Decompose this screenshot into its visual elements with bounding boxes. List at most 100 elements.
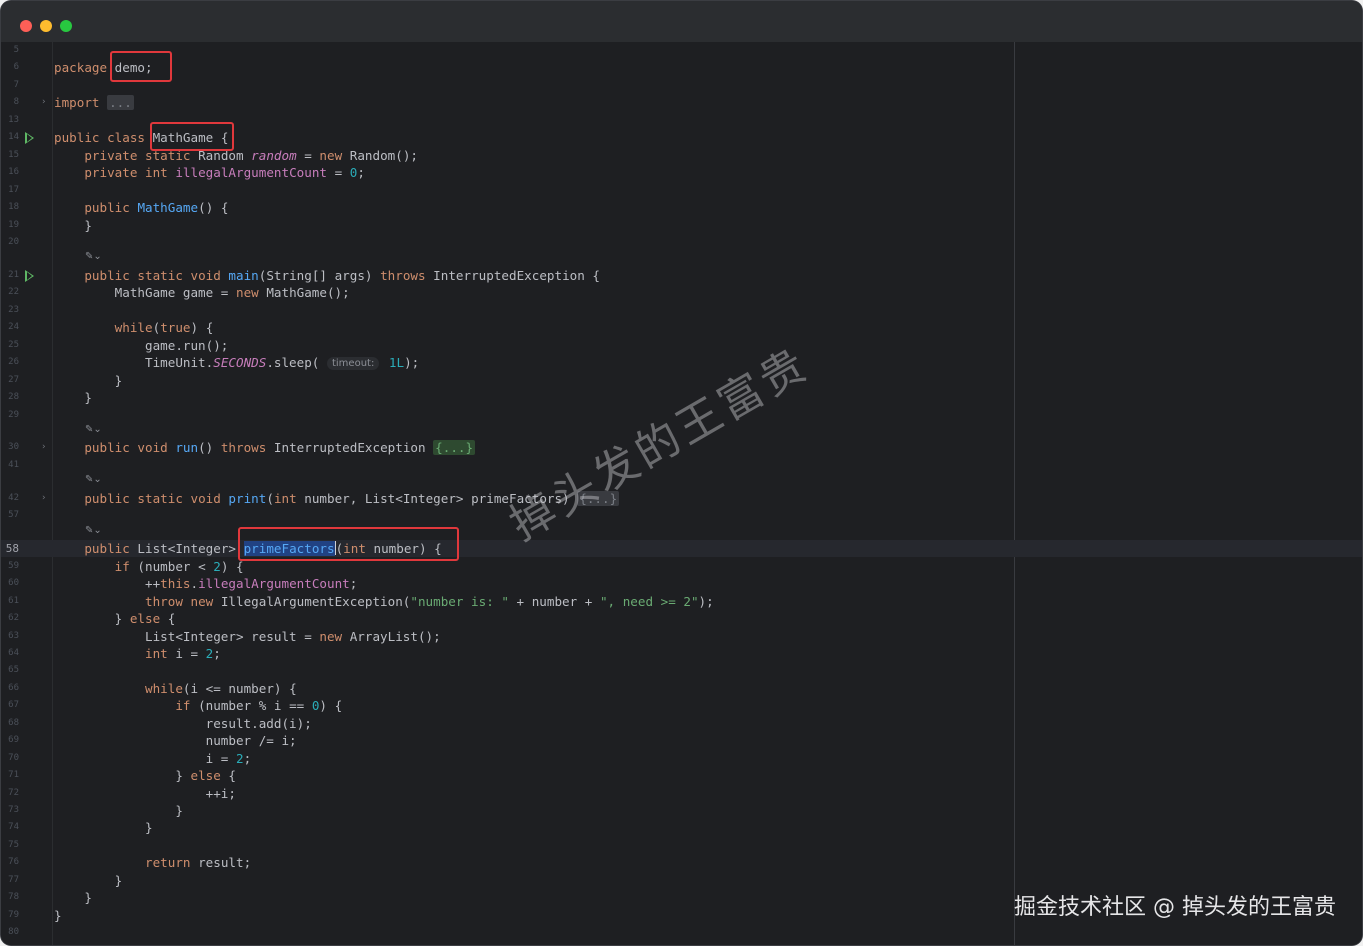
- code-editor[interactable]: 5 6 package demo; 7 8 › import ... 13 14 public c…: [1, 42, 1362, 945]
- code-text[interactable]: } else {: [54, 767, 236, 784]
- code-text[interactable]: private int illegalArgumentCount = 0;: [54, 164, 365, 181]
- ai-assistant-hint-icon[interactable]: ✎⌄: [85, 524, 102, 538]
- line-number: 13: [8, 114, 19, 125]
- code-line[interactable]: 58 public List<Integer> primeFactors(int…: [1, 540, 1362, 557]
- code-text[interactable]: import ...: [54, 94, 134, 111]
- line-number: 29: [8, 409, 19, 420]
- code-line[interactable]: 18 public MathGame() {: [1, 199, 1362, 216]
- code-text[interactable]: private static Random random = new Rando…: [54, 147, 418, 164]
- line-number: 24: [8, 322, 19, 333]
- line-number: 28: [8, 392, 19, 403]
- run-gutter-icon[interactable]: [25, 269, 34, 282]
- code-text[interactable]: }: [54, 372, 123, 389]
- code-line[interactable]: 26 TimeUnit.SECONDS.sleep( timeout: 1L);: [1, 354, 1362, 371]
- code-line[interactable]: 57: [1, 507, 1362, 524]
- code-text[interactable]: while(i <= number) {: [54, 680, 297, 697]
- code-line[interactable]: 23: [1, 302, 1362, 319]
- code-line[interactable]: 7: [1, 77, 1362, 94]
- code-line[interactable]: 60 ++this.illegalArgumentCount;: [1, 575, 1362, 592]
- zoom-window-button[interactable]: [60, 20, 72, 32]
- code-text[interactable]: MathGame game = new MathGame();: [54, 284, 350, 301]
- code-line[interactable]: 71 } else {: [1, 767, 1362, 784]
- code-line[interactable]: 6 package demo;: [1, 59, 1362, 76]
- fold-chevron-icon[interactable]: ›: [41, 490, 46, 507]
- code-line[interactable]: 61 throw new IllegalArgumentException("n…: [1, 593, 1362, 610]
- code-line[interactable]: 17: [1, 182, 1362, 199]
- line-number: 14: [8, 132, 19, 143]
- code-line[interactable]: 68 result.add(i);: [1, 715, 1362, 732]
- code-text[interactable]: i = 2;: [54, 750, 252, 767]
- code-line[interactable]: 73 }: [1, 802, 1362, 819]
- code-text[interactable]: return result;: [54, 854, 251, 871]
- code-line[interactable]: 62 } else {: [1, 610, 1362, 627]
- code-line[interactable]: 8 › import ...: [1, 94, 1362, 111]
- code-text[interactable]: }: [54, 389, 92, 406]
- code-line[interactable]: 63 List<Integer> result = new ArrayList(…: [1, 628, 1362, 645]
- fold-chevron-icon[interactable]: ›: [41, 439, 46, 456]
- line-number: 6: [13, 62, 19, 73]
- code-text[interactable]: }: [54, 802, 183, 819]
- line-number: 59: [8, 560, 19, 571]
- ai-assistant-hint-icon[interactable]: ✎⌄: [85, 423, 102, 437]
- code-text[interactable]: public void run() throws InterruptedExce…: [54, 439, 476, 456]
- code-text[interactable]: List<Integer> result = new ArrayList();: [54, 628, 441, 645]
- ai-assistant-hint-icon[interactable]: ✎⌄: [85, 473, 102, 487]
- code-text[interactable]: result.add(i);: [54, 715, 312, 732]
- code-line[interactable]: 20: [1, 234, 1362, 251]
- code-line[interactable]: 24 while(true) {: [1, 319, 1362, 336]
- code-text[interactable]: }: [54, 872, 123, 889]
- code-text[interactable]: game.run();: [54, 337, 228, 354]
- ai-assistant-hint-icon[interactable]: ✎⌄: [85, 250, 102, 264]
- code-line[interactable]: 42 › public static void print(int number,…: [1, 490, 1362, 507]
- code-line[interactable]: 5: [1, 42, 1362, 59]
- code-text[interactable]: public static void main(String[] args) t…: [54, 267, 600, 284]
- code-line[interactable]: 67 if (number % i == 0) {: [1, 697, 1362, 714]
- line-number: 20: [8, 236, 19, 247]
- code-line[interactable]: 70 i = 2;: [1, 750, 1362, 767]
- code-text[interactable]: }: [54, 217, 92, 234]
- line-number: 41: [8, 459, 19, 470]
- code-text[interactable]: public MathGame() {: [54, 199, 228, 216]
- line-number: 57: [8, 510, 19, 521]
- code-line[interactable]: 65: [1, 662, 1362, 679]
- code-text[interactable]: }: [54, 819, 153, 836]
- line-number: 72: [8, 787, 19, 798]
- code-text[interactable]: } else {: [54, 610, 176, 627]
- code-line[interactable]: 25 game.run();: [1, 337, 1362, 354]
- line-number: 73: [8, 805, 19, 815]
- code-text[interactable]: TimeUnit.SECONDS.sleep( timeout: 1L);: [54, 354, 419, 371]
- code-line[interactable]: 59 if (number < 2) {: [1, 558, 1362, 575]
- line-number: 17: [8, 184, 19, 195]
- line-number: 77: [8, 874, 19, 885]
- run-gutter-icon[interactable]: [25, 132, 34, 145]
- code-text[interactable]: throw new IllegalArgumentException("numb…: [54, 593, 714, 610]
- close-window-button[interactable]: [20, 20, 32, 32]
- line-number: 27: [8, 374, 19, 385]
- code-text[interactable]: number /= i;: [54, 732, 297, 749]
- code-line[interactable]: 21 public static void main(String[] args…: [1, 267, 1362, 284]
- fold-chevron-icon[interactable]: ›: [41, 94, 46, 111]
- code-line[interactable]: 19 }: [1, 217, 1362, 234]
- minimize-window-button[interactable]: [40, 20, 52, 32]
- code-line[interactable]: 76 return result;: [1, 854, 1362, 871]
- code-text[interactable]: ++this.illegalArgumentCount;: [54, 575, 357, 592]
- code-line[interactable]: 22 MathGame game = new MathGame();: [1, 284, 1362, 301]
- code-line[interactable]: 74 }: [1, 819, 1362, 836]
- code-line[interactable]: 27 }: [1, 372, 1362, 389]
- code-text[interactable]: while(true) {: [54, 319, 214, 336]
- code-line[interactable]: 80: [1, 924, 1362, 941]
- code-line[interactable]: 16 private int illegalArgumentCount = 0;: [1, 164, 1362, 181]
- code-line[interactable]: 66 while(i <= number) {: [1, 680, 1362, 697]
- code-text[interactable]: if (number < 2) {: [54, 558, 244, 575]
- code-line[interactable]: 64 int i = 2;: [1, 645, 1362, 662]
- code-text[interactable]: int i = 2;: [54, 645, 221, 662]
- code-line[interactable]: 69 number /= i;: [1, 732, 1362, 749]
- code-line[interactable]: 77 }: [1, 872, 1362, 889]
- code-line[interactable]: 72 ++i;: [1, 785, 1362, 802]
- code-text[interactable]: if (number % i == 0) {: [54, 697, 342, 714]
- line-number: 80: [8, 927, 19, 938]
- code-text[interactable]: }: [54, 889, 92, 906]
- code-text[interactable]: }: [54, 907, 62, 924]
- code-line[interactable]: 75: [1, 837, 1362, 854]
- code-text[interactable]: ++i;: [54, 785, 236, 802]
